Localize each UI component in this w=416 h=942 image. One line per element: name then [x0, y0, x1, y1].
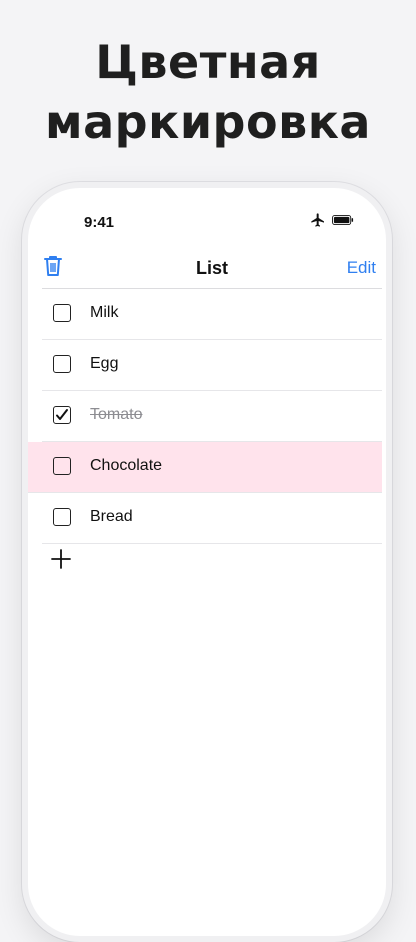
checkbox[interactable] [53, 508, 71, 526]
headline-line-2: маркировка [45, 95, 371, 149]
airplane-icon [311, 213, 324, 227]
checkbox[interactable] [53, 355, 71, 373]
battery-icon [332, 215, 354, 225]
headline-line-1: Цветная [95, 35, 321, 89]
edit-button[interactable]: Edit [347, 258, 376, 278]
plus-icon[interactable] [50, 548, 72, 570]
list-item[interactable]: Bread [42, 493, 382, 544]
checkbox-checked[interactable] [53, 406, 71, 424]
list-item-label: Egg [90, 355, 119, 372]
status-bar: 9:41 [28, 188, 386, 248]
list-item[interactable]: Milk [42, 289, 382, 340]
checkmark-icon [56, 409, 68, 420]
list-item[interactable]: Chocolate [28, 442, 382, 493]
list-item-label: Milk [90, 304, 119, 321]
promo-headline: Цветная маркировка [0, 32, 416, 152]
list-item-label: Chocolate [90, 457, 163, 474]
item-list: Milk Egg Tomato Chocolate Bread [28, 289, 386, 544]
phone-frame: 9:41 List Edit Milk Egg Tomato Chocolate Bre… [22, 182, 392, 942]
nav-title: List [195, 258, 228, 278]
status-time: 9:41 [84, 214, 115, 231]
list-item-label: Tomato [90, 406, 143, 423]
checkbox[interactable] [53, 304, 71, 322]
list-item[interactable]: Egg [42, 340, 382, 391]
navigation-bar: List Edit [42, 248, 382, 289]
list-item[interactable]: Tomato [42, 391, 382, 442]
list-item-label: Bread [90, 508, 133, 525]
checkbox[interactable] [53, 457, 71, 475]
